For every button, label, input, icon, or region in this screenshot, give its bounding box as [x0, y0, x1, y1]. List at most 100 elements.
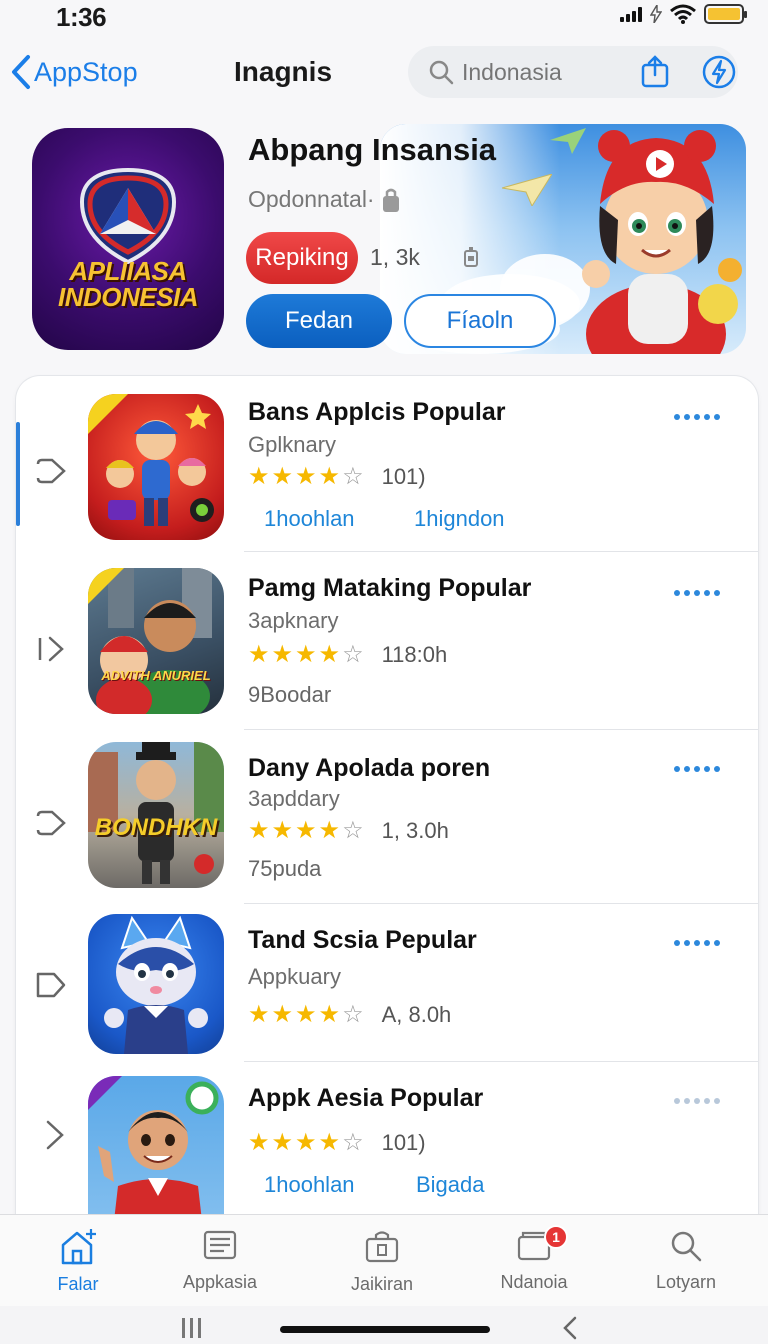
featured-icon-wordmark-line2: INDONESIA	[58, 282, 198, 312]
star-rating: ★ ★ ★ ★ ☆ A, 8.0h	[248, 1000, 451, 1029]
paper-plane-icon	[502, 174, 552, 206]
star-filled-icon: ★	[318, 641, 341, 668]
page-title: Inagnis	[234, 56, 333, 87]
back-label: AppStop	[34, 56, 138, 87]
star-filled-icon: ★	[271, 1001, 294, 1028]
list-item[interactable]: ADVITH ANURIEL Pamg Mataking Popular 3ap…	[16, 552, 758, 730]
star-empty-icon: ☆	[342, 1001, 364, 1028]
cartoon-cat-illustration	[104, 915, 208, 1054]
app-icon[interactable]: ADVITH ANURIEL	[88, 568, 224, 714]
app-icon[interactable]: BONDHKN	[88, 742, 224, 888]
star-filled-icon: ★	[271, 463, 294, 490]
app-link-primary[interactable]: 1hoohlan	[264, 506, 355, 532]
tab-notifications[interactable]: 1 Ndanoia	[474, 1225, 594, 1293]
tag-outline-icon[interactable]	[34, 456, 68, 486]
more-options-icon[interactable]	[674, 590, 720, 596]
home-indicator[interactable]	[280, 1326, 490, 1333]
app-title: Tand Scsia Pepular	[248, 926, 477, 954]
flash-icon[interactable]	[702, 55, 736, 89]
app-extra-info: 75puda	[248, 856, 322, 881]
star-filled-icon: ★	[271, 817, 294, 844]
tab-label: Falar	[57, 1274, 99, 1294]
star-rating: ★ ★ ★ ★ ☆ 101)	[248, 1128, 426, 1157]
star-filled-icon: ★	[318, 1129, 341, 1156]
notification-badge: 1	[544, 1225, 568, 1249]
star-empty-icon: ☆	[342, 463, 364, 490]
search-bar[interactable]	[408, 46, 738, 98]
star-rating: ★ ★ ★ ★ ☆ 118:0h	[248, 640, 447, 669]
star-empty-icon: ☆	[342, 1129, 364, 1156]
tab-bag[interactable]: Jaikiran	[322, 1229, 442, 1295]
chevron-right-icon[interactable]	[34, 634, 68, 664]
app-icon-wordmark: ADVITH ANURIEL	[101, 668, 211, 683]
app-extra-info: 9Boodar	[248, 682, 332, 707]
wifi-icon	[670, 4, 696, 24]
tag-outline-icon[interactable]	[34, 970, 68, 1000]
category-tag-button[interactable]: Repiking	[246, 232, 358, 284]
star-filled-icon: ★	[271, 1129, 294, 1156]
shield-logo-icon	[79, 168, 177, 264]
more-options-icon[interactable]	[674, 940, 720, 946]
tab-label: Ndanoia	[500, 1272, 568, 1292]
tab-bar: Falar Appkasia Jaikiran 1 Ndanoia Lotyar…	[0, 1214, 768, 1306]
get-button[interactable]: Fedan	[246, 294, 392, 348]
app-icon[interactable]	[88, 394, 224, 540]
tag-outline-icon[interactable]	[34, 808, 68, 838]
lock-icon	[382, 188, 399, 212]
more-options-icon[interactable]	[674, 414, 720, 420]
system-back-icon[interactable]	[560, 1316, 580, 1340]
star-empty-icon: ☆	[342, 817, 364, 844]
more-options-icon[interactable]	[674, 766, 720, 772]
star-filled-icon: ★	[295, 817, 317, 844]
tab-search[interactable]: Lotyarn	[626, 1229, 746, 1293]
app-title: Appk Aesia Popular	[248, 1084, 484, 1112]
more-options-icon[interactable]	[674, 1098, 720, 1104]
star-filled-icon: ★	[248, 463, 270, 490]
tab-label: Appkasia	[182, 1272, 258, 1292]
back-button[interactable]: AppStop	[10, 54, 138, 90]
secondary-action-button[interactable]: Fíaoln	[404, 294, 556, 348]
search-input[interactable]	[462, 58, 632, 86]
star-filled-icon: ★	[295, 1001, 317, 1028]
star-filled-icon: ★	[248, 817, 270, 844]
cartoon-mascot-illustration	[582, 130, 742, 354]
star-rating: ★ ★ ★ ★ ☆ 1, 3.0h	[248, 816, 449, 845]
featured-app-subtitle-text: Opdonnatal·	[248, 186, 375, 212]
tab-home[interactable]: Falar	[18, 1229, 138, 1295]
home-icon	[61, 1229, 96, 1265]
star-filled-icon: ★	[295, 641, 317, 668]
star-empty-icon: ☆	[342, 641, 364, 668]
rating-count: A, 8.0h	[381, 1001, 452, 1027]
status-icons	[620, 4, 747, 24]
rating-count: 118:0h	[381, 641, 448, 667]
app-category: Gplknary	[248, 432, 337, 457]
app-link-secondary[interactable]: 1higndon	[414, 506, 505, 532]
bag-icon	[365, 1231, 399, 1263]
chevron-right-icon[interactable]	[34, 1118, 68, 1152]
app-link-primary[interactable]: 1hoohlan	[264, 1172, 355, 1198]
star-filled-icon: ★	[318, 463, 341, 490]
star-filled-icon: ★	[295, 463, 317, 490]
star-filled-icon: ★	[248, 641, 270, 668]
featured-app-icon[interactable]: APLIIASA INDONESIA	[32, 128, 224, 350]
app-list: Bans Applcis Popular Gplknary ★ ★ ★ ★ ☆ 101)…	[16, 376, 758, 1256]
list-item[interactable]: Bans Applcis Popular Gplknary ★ ★ ★ ★ ☆ 101)…	[16, 376, 758, 552]
cartoon-characters-illustration	[88, 394, 214, 526]
star-filled-icon: ★	[295, 1129, 317, 1156]
device-icon	[464, 247, 478, 267]
app-category: 3apknary	[248, 608, 339, 633]
list-item[interactable]: BONDHKN Dany Apolada poren 3apddary ★ ★ ★ ★…	[16, 730, 758, 904]
featured-app-title: Abpang Insansia	[248, 132, 497, 167]
share-icon[interactable]	[640, 55, 670, 89]
recent-apps-button[interactable]	[182, 1318, 201, 1338]
tab-list[interactable]: Appkasia	[160, 1229, 280, 1293]
app-link-secondary[interactable]: Bigada	[416, 1172, 485, 1198]
list-item[interactable]: Tand Scsia Pepular Appkuary ★ ★ ★ ★ ☆ A, 8.0…	[16, 904, 758, 1062]
star-rating: ★ ★ ★ ★ ☆ 101)	[248, 462, 426, 491]
app-title: Bans Applcis Popular	[248, 398, 506, 426]
app-icon[interactable]	[88, 914, 224, 1054]
star-filled-icon: ★	[248, 1129, 270, 1156]
star-filled-icon: ★	[318, 817, 341, 844]
status-bar: 1:36	[0, 0, 768, 34]
search-icon	[671, 1231, 702, 1262]
